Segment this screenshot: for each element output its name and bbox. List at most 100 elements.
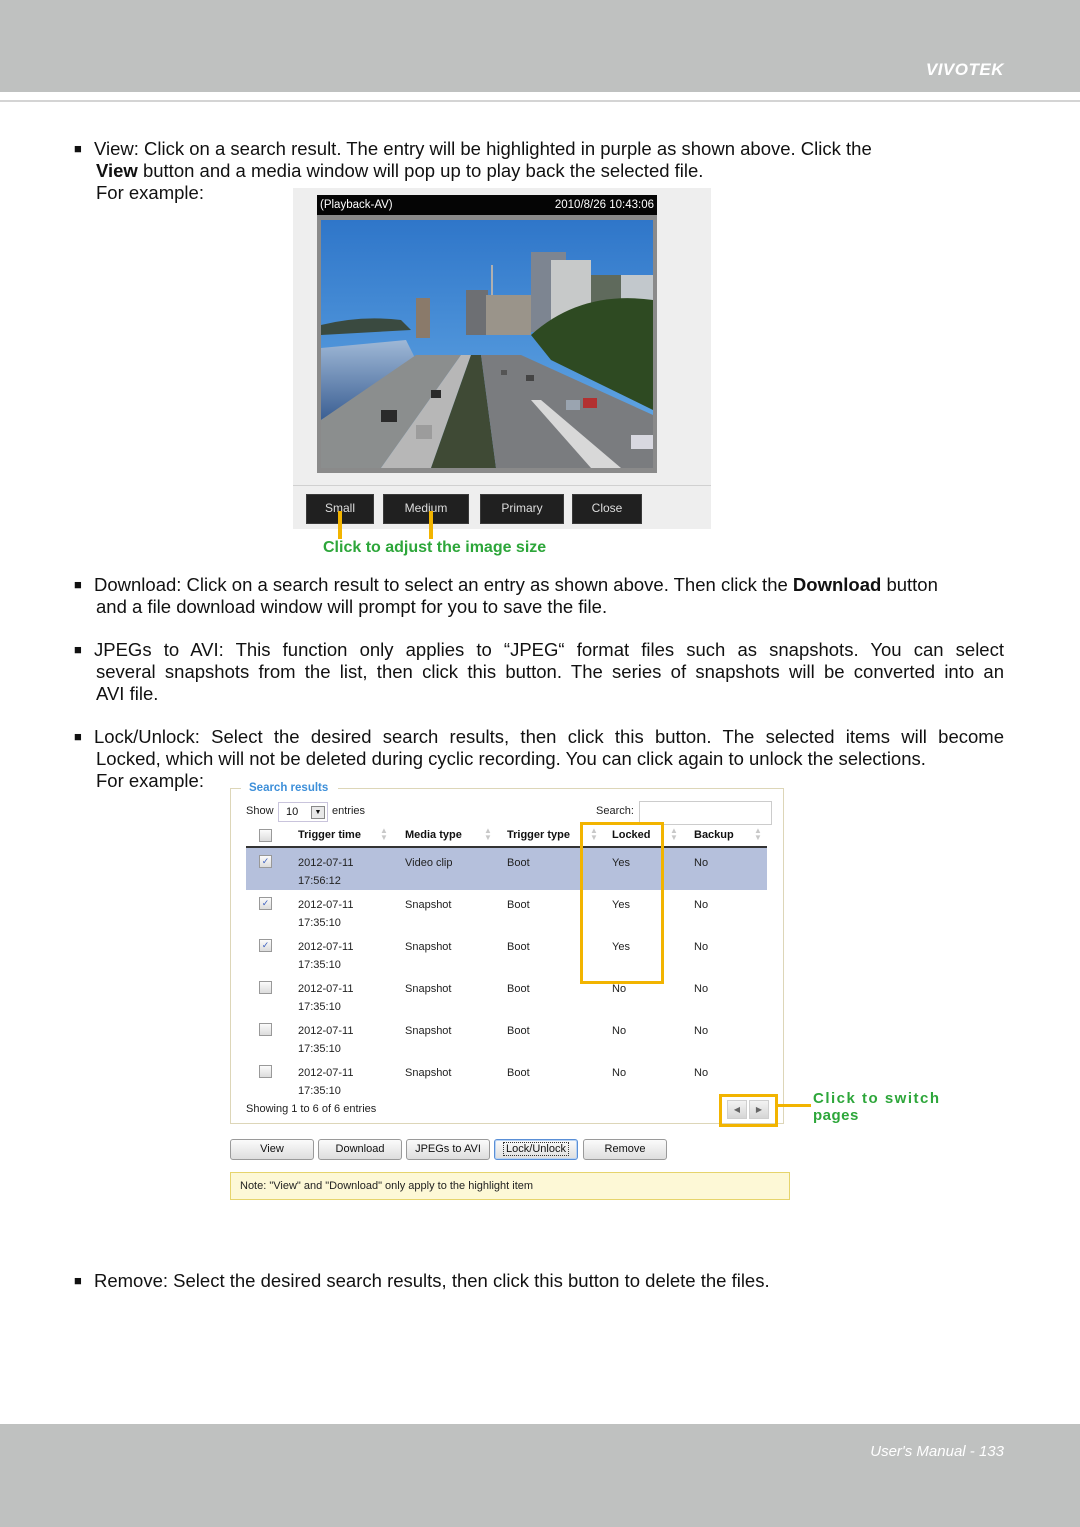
column-header-trigger-type[interactable]: Trigger type	[507, 829, 570, 841]
column-header-backup[interactable]: Backup	[694, 829, 734, 841]
search-label: Search:	[596, 805, 634, 817]
section-remove: ■ Remove: Select the desired search resul…	[74, 1270, 1004, 1292]
page-number: User's Manual - 133	[870, 1443, 1004, 1460]
backup-cell: No	[694, 941, 709, 953]
view-button-label: View	[260, 1143, 284, 1155]
primary-button[interactable]: Primary	[480, 494, 564, 524]
media-timestamp: 2010/8/26 10:43:06	[554, 199, 654, 211]
close-button[interactable]: Close	[572, 494, 642, 524]
backup-cell: No	[694, 1067, 709, 1079]
download-button-label: Download	[335, 1143, 385, 1155]
section-jpegs: ■ JPEGs to AVI: This function only applie…	[74, 639, 1004, 705]
select-all-checkbox[interactable]	[259, 829, 272, 842]
row-checkbox[interactable]	[259, 981, 272, 994]
sort-icon[interactable]: ▲ ▼	[380, 827, 388, 842]
trigger-type-cell: Boot	[507, 857, 530, 869]
trigger-clock: 17:35:10	[298, 1043, 341, 1055]
sort-icon[interactable]: ▲ ▼	[754, 827, 762, 842]
trigger-time-cell: 2012-07-11 17:35:10	[298, 896, 353, 932]
entries-per-page-select[interactable]: 10 ▼	[278, 802, 328, 822]
row-checkbox[interactable]: ✓	[259, 897, 272, 910]
lock-line1: Lock/Unlock: Select the desired search r…	[94, 726, 1004, 747]
view-line2-rest: button and a media window will pop up to…	[137, 160, 704, 181]
jpegs-line1: JPEGs to AVI: This function only applies…	[94, 639, 1004, 660]
trigger-clock: 17:35:10	[298, 917, 341, 929]
media-stream-label: (Playback-AV)	[320, 199, 393, 211]
trigger-clock: 17:35:10	[298, 1085, 341, 1097]
trigger-date: 2012-07-11	[298, 899, 354, 911]
remove-text: Remove: Select the desired search result…	[94, 1270, 770, 1291]
video-image	[321, 220, 653, 468]
trigger-date: 2012-07-11	[298, 1025, 354, 1037]
entries-label: entries	[332, 805, 366, 817]
locked-cell: No	[612, 1067, 627, 1079]
column-header-trigger-time[interactable]: Trigger time	[298, 829, 361, 841]
backup-cell: No	[694, 899, 709, 911]
trigger-clock: 17:35:10	[298, 1001, 341, 1013]
bullet-icon: ■	[74, 577, 82, 592]
lock-unlock-button-label: Lock/Unlock	[503, 1142, 569, 1156]
section-lock: ■ Lock/Unlock: Select the desired search …	[74, 726, 1004, 792]
table-row[interactable]: ✓ 2012-07-11 17:56:12 Video clip Boot Yes No	[246, 848, 767, 890]
row-checkbox[interactable]: ✓	[259, 939, 272, 952]
table-row[interactable]: ✓ 2012-07-11 17:35:10 Snapshot Boot Yes No	[246, 890, 767, 932]
header-divider	[0, 100, 1080, 102]
medium-button[interactable]: Medium	[383, 494, 469, 524]
view-line2: View button and a media window will pop …	[74, 160, 944, 182]
bullet-icon: ■	[74, 729, 82, 744]
table-row[interactable]: 2012-07-11 17:35:10 Snapshot Boot No No	[246, 1016, 767, 1058]
trigger-type-cell: Boot	[507, 899, 530, 911]
trigger-date: 2012-07-11	[298, 983, 354, 995]
media-window: (Playback-AV) 2010/8/26 10:43:06 Small M…	[293, 188, 711, 529]
remove-button[interactable]: Remove	[583, 1139, 667, 1160]
panel-border	[230, 788, 241, 789]
brand-logo: VIVOTEK	[925, 60, 1004, 79]
pager-callout-line2: pages	[813, 1107, 859, 1124]
entries-per-page-value: 10	[286, 806, 299, 818]
search-results-title: Search results	[249, 782, 329, 794]
locked-cell: No	[612, 1025, 627, 1037]
lock-unlock-button[interactable]: Lock/Unlock	[494, 1139, 578, 1160]
lock-line2: Locked, which will not be deleted during…	[96, 748, 926, 769]
table-row[interactable]: 2012-07-11 17:35:10 Snapshot Boot No No	[246, 1058, 767, 1100]
jpegs-to-avi-button[interactable]: JPEGs to AVI	[406, 1139, 490, 1160]
panel-border	[338, 788, 783, 789]
sort-icon[interactable]: ▲ ▼	[670, 827, 678, 842]
trigger-clock: 17:56:12	[298, 875, 341, 887]
pager-callout: Click to switch pages	[813, 1090, 941, 1124]
pager-highlight	[719, 1094, 778, 1127]
download-text-before: Download: Click on a search result to se…	[94, 574, 793, 595]
pager-callout-line1: Click to switch	[813, 1090, 941, 1107]
image-size-callout: Click to adjust the image size	[323, 539, 547, 556]
download-line2: and a file download window will prompt f…	[96, 596, 608, 617]
sort-icon[interactable]: ▲ ▼	[484, 827, 492, 842]
bullet-icon: ■	[74, 1273, 82, 1288]
trigger-date: 2012-07-11	[298, 1067, 354, 1079]
trigger-date: 2012-07-11	[298, 941, 354, 953]
jpegs-line3: AVI file.	[96, 683, 159, 704]
jpegs-to-avi-button-label: JPEGs to AVI	[415, 1143, 481, 1155]
row-checkbox[interactable]: ✓	[259, 855, 272, 868]
trigger-time-cell: 2012-07-11 17:56:12	[298, 854, 353, 890]
callout-pointer-small	[338, 511, 342, 539]
chevron-down-icon[interactable]: ▼	[311, 806, 325, 819]
locked-column-highlight	[580, 822, 664, 984]
column-header-media-type[interactable]: Media type	[405, 829, 462, 841]
download-text-after: button	[881, 574, 938, 595]
media-divider	[293, 485, 711, 486]
table-row[interactable]: ✓ 2012-07-11 17:35:10 Snapshot Boot Yes No	[246, 932, 767, 974]
trigger-time-cell: 2012-07-11 17:35:10	[298, 1064, 353, 1100]
show-label: Show	[246, 805, 274, 817]
note-text: Note: "View" and "Download" only apply t…	[240, 1180, 534, 1192]
row-checkbox[interactable]	[259, 1065, 272, 1078]
download-button[interactable]: Download	[318, 1139, 402, 1160]
trigger-date: 2012-07-11	[298, 857, 354, 869]
table-row[interactable]: 2012-07-11 17:35:10 Snapshot Boot No No	[246, 974, 767, 1016]
view-button[interactable]: View	[230, 1139, 314, 1160]
row-checkbox[interactable]	[259, 1023, 272, 1036]
callout-pointer-medium	[429, 511, 433, 539]
media-type-cell: Snapshot	[405, 899, 452, 911]
entries-info: Showing 1 to 6 of 6 entries	[246, 1103, 377, 1115]
section-download: ■ Download: Click on a search result to s…	[74, 574, 1004, 618]
page-header: VIVOTEK	[0, 0, 1080, 92]
